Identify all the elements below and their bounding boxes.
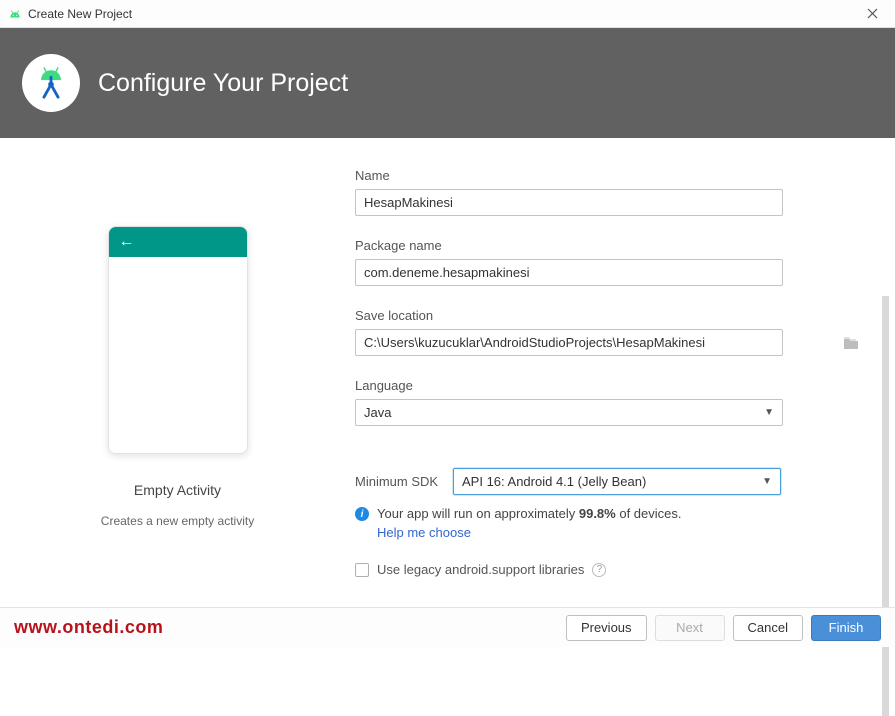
next-button[interactable]: Next xyxy=(655,615,725,641)
android-icon xyxy=(8,9,22,19)
chevron-down-icon: ▼ xyxy=(764,407,774,418)
scrollbar[interactable] xyxy=(882,296,889,716)
finish-button[interactable]: Finish xyxy=(811,615,881,641)
phone-screen xyxy=(109,257,247,453)
language-value: Java xyxy=(364,405,391,420)
save-location-input[interactable] xyxy=(355,329,783,356)
chevron-down-icon: ▼ xyxy=(762,476,772,487)
package-name-input[interactable] xyxy=(355,259,783,286)
previous-button[interactable]: Previous xyxy=(566,615,647,641)
template-description: Creates a new empty activity xyxy=(101,514,254,528)
save-location-label: Save location xyxy=(355,308,865,323)
wizard-header: Configure Your Project xyxy=(0,28,895,138)
legacy-libraries-label: Use legacy android.support libraries xyxy=(377,562,584,577)
wizard-title: Configure Your Project xyxy=(98,69,348,98)
template-name: Empty Activity xyxy=(134,482,221,498)
name-input[interactable] xyxy=(355,189,783,216)
form-pane: Name Package name Save location Language xyxy=(355,138,895,608)
close-button[interactable] xyxy=(857,3,887,25)
phone-appbar: ← xyxy=(109,227,247,257)
language-select[interactable]: Java ▼ xyxy=(355,399,783,426)
cancel-button[interactable]: Cancel xyxy=(733,615,803,641)
minimum-sdk-value: API 16: Android 4.1 (Jelly Bean) xyxy=(462,474,646,489)
minimum-sdk-select[interactable]: API 16: Android 4.1 (Jelly Bean) ▼ xyxy=(453,468,781,495)
name-label: Name xyxy=(355,168,865,183)
language-label: Language xyxy=(355,378,865,393)
device-coverage-text: Your app will run on approximately 99.8%… xyxy=(377,505,682,523)
wizard-footer: www.ontedi.com Previous Next Cancel Fini… xyxy=(0,607,895,647)
window-title: Create New Project xyxy=(28,7,857,21)
template-preview-pane: ← Empty Activity Creates a new empty act… xyxy=(0,138,355,608)
browse-folder-button[interactable] xyxy=(843,336,859,350)
legacy-libraries-checkbox[interactable] xyxy=(355,563,369,577)
arrow-back-icon: ← xyxy=(119,234,135,250)
info-icon: i xyxy=(355,507,369,521)
help-me-choose-link[interactable]: Help me choose xyxy=(377,525,471,540)
close-icon xyxy=(867,8,878,19)
android-studio-logo xyxy=(22,54,80,112)
watermark-text: www.ontedi.com xyxy=(14,617,558,638)
phone-mockup: ← xyxy=(108,226,248,454)
minimum-sdk-label: Minimum SDK xyxy=(355,474,443,489)
help-icon[interactable]: ? xyxy=(592,563,606,577)
titlebar: Create New Project xyxy=(0,0,895,28)
package-name-label: Package name xyxy=(355,238,865,253)
